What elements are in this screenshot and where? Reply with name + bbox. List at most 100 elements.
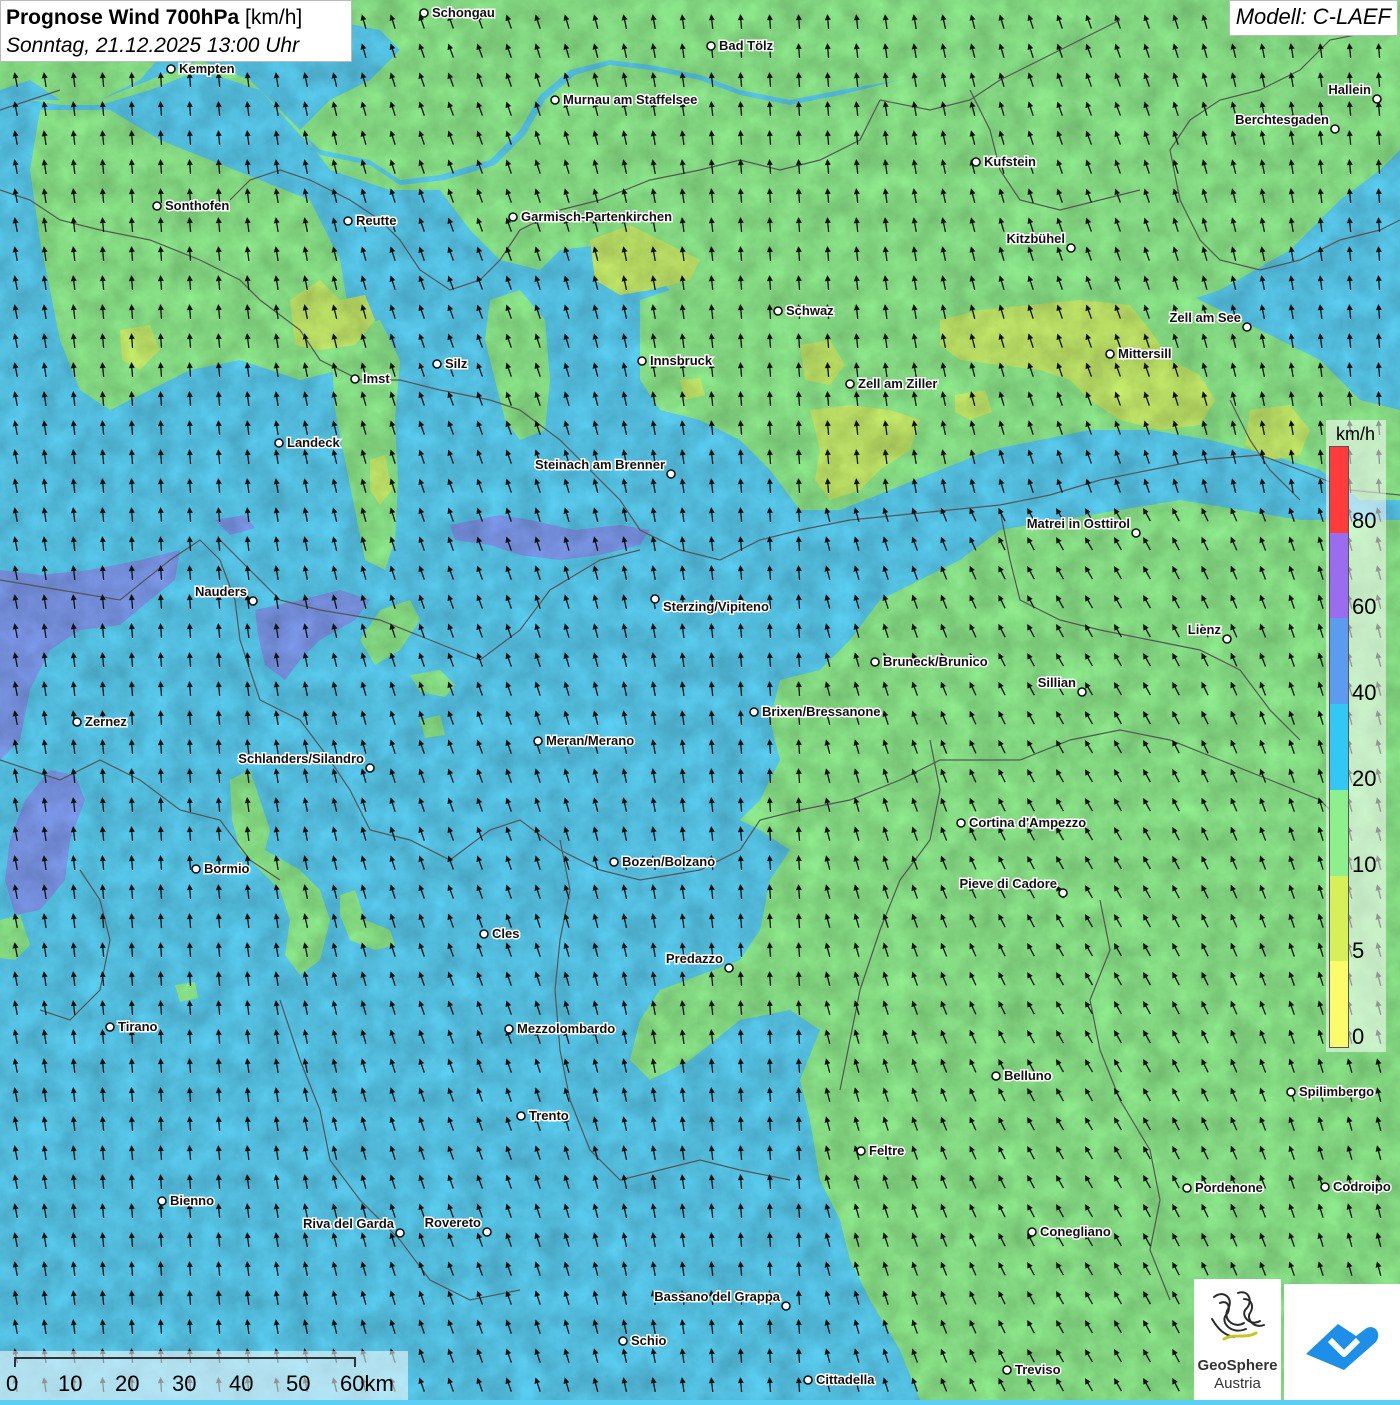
city-marker[interactable]: Bozen/Bolzano xyxy=(609,853,717,871)
city-dot[interactable] xyxy=(1066,243,1076,253)
scale-bar: 0 10 20 30 40 50 60km xyxy=(0,1351,408,1400)
city-marker[interactable]: Bruneck/Brunico xyxy=(870,653,989,671)
city-dot[interactable] xyxy=(152,201,162,211)
city-dot[interactable] xyxy=(637,356,647,366)
city-marker[interactable]: Sonthofen xyxy=(152,197,231,215)
city-dot[interactable] xyxy=(504,1024,514,1034)
city-name: Pieve di Cadore xyxy=(959,876,1057,891)
city-dot[interactable] xyxy=(105,1022,115,1032)
city-name: Nauders xyxy=(195,584,247,599)
city-dot[interactable] xyxy=(274,438,284,448)
city-marker[interactable]: Mezzolombardo xyxy=(504,1020,617,1038)
legend-label-60: 60 xyxy=(1352,594,1377,619)
city-dot[interactable] xyxy=(1182,1183,1192,1193)
city-name: Sillian xyxy=(1038,675,1076,690)
city-name: Schwaz xyxy=(786,303,834,318)
city-name: Zell am Ziller xyxy=(858,376,937,391)
city-name: Schlanders/Silandro xyxy=(238,751,364,766)
city-dot[interactable] xyxy=(971,157,981,167)
city-dot[interactable] xyxy=(609,857,619,867)
city-name: Cittadella xyxy=(816,1372,875,1387)
city-dot[interactable] xyxy=(248,596,258,606)
city-marker[interactable]: Meran/Merano xyxy=(533,732,636,750)
city-name: Treviso xyxy=(1015,1362,1061,1377)
city-dot[interactable] xyxy=(516,1111,526,1121)
city-dot[interactable] xyxy=(191,864,201,874)
city-name: Rovereto xyxy=(425,1215,481,1230)
city-dot[interactable] xyxy=(870,657,880,667)
city-dot[interactable] xyxy=(991,1071,1001,1081)
city-dot[interactable] xyxy=(1242,322,1252,332)
city-name: Bruneck/Brunico xyxy=(883,654,988,669)
title-panel: Prognose Wind 700hPa [km/h] Sonntag, 21.… xyxy=(0,0,352,62)
city-name: Belluno xyxy=(1004,1068,1052,1083)
city-name: Spilimbergo xyxy=(1299,1084,1374,1099)
city-name: Matrei in Osttirol xyxy=(1027,516,1130,531)
city-dot[interactable] xyxy=(666,469,676,479)
city-dot[interactable] xyxy=(395,1228,405,1238)
city-name: Cortina d'Ampezzo xyxy=(969,815,1086,830)
city-name: Schio xyxy=(631,1333,666,1348)
city-dot[interactable] xyxy=(1105,349,1115,359)
city-name: Kufstein xyxy=(984,154,1036,169)
city-dot[interactable] xyxy=(72,717,82,727)
city-dot[interactable] xyxy=(1372,94,1382,104)
city-dot[interactable] xyxy=(1027,1227,1037,1237)
city-marker[interactable]: Zell am Ziller xyxy=(845,375,939,393)
city-dot[interactable] xyxy=(1058,888,1068,898)
city-name: Mezzolombardo xyxy=(517,1021,615,1036)
city-marker[interactable]: Brixen/Bressanone xyxy=(749,703,882,721)
city-dot[interactable] xyxy=(1222,634,1232,644)
city-name: Zernez xyxy=(85,714,127,729)
city-dot[interactable] xyxy=(956,818,966,828)
city-marker[interactable]: Conegliano xyxy=(1027,1223,1112,1241)
city-marker[interactable]: Spilimbergo xyxy=(1286,1083,1376,1101)
geosphere-logo[interactable]: GeoSphere Austria xyxy=(1194,1279,1281,1400)
city-name: Innsbruck xyxy=(650,353,713,368)
scale-label-20: 20 xyxy=(115,1371,140,1396)
city-dot[interactable] xyxy=(432,359,442,369)
wind-map[interactable]: Schongau Bad Tölz Kempten Hallein Murnau am … xyxy=(0,0,1400,1400)
city-marker[interactable]: Innsbruck xyxy=(637,352,714,370)
city-marker[interactable]: Murnau am Staffelsee xyxy=(550,91,699,109)
city-dot[interactable] xyxy=(856,1146,866,1156)
city-dot[interactable] xyxy=(773,306,783,316)
city-dot[interactable] xyxy=(508,212,518,222)
city-marker[interactable]: Garmisch-Partenkirchen xyxy=(508,208,674,226)
city-dot[interactable] xyxy=(1320,1182,1330,1192)
city-dot[interactable] xyxy=(706,41,716,51)
city-dot[interactable] xyxy=(618,1336,628,1346)
city-name: Codroipo xyxy=(1333,1179,1391,1194)
city-dot[interactable] xyxy=(533,736,543,746)
city-marker[interactable]: Schongau xyxy=(419,4,496,22)
city-dot[interactable] xyxy=(845,379,855,389)
city-dot[interactable] xyxy=(1330,124,1340,134)
city-dot[interactable] xyxy=(550,95,560,105)
city-dot[interactable] xyxy=(781,1301,791,1311)
city-dot[interactable] xyxy=(1002,1365,1012,1375)
map-title: Prognose Wind 700hPa [km/h] xyxy=(6,4,346,32)
city-dot[interactable] xyxy=(1131,528,1141,538)
city-dot[interactable] xyxy=(365,763,375,773)
city-marker[interactable]: Cortina d'Ampezzo xyxy=(956,814,1088,832)
weather-app-logo[interactable] xyxy=(1284,1284,1400,1400)
city-dot[interactable] xyxy=(419,8,429,18)
city-name: Feltre xyxy=(869,1143,904,1158)
city-dot[interactable] xyxy=(749,707,759,717)
city-dot[interactable] xyxy=(350,374,360,384)
city-dot[interactable] xyxy=(482,1227,492,1237)
city-name: Bienno xyxy=(170,1193,214,1208)
city-dot[interactable] xyxy=(650,594,660,604)
legend-segment xyxy=(1330,875,1348,962)
city-dot[interactable] xyxy=(803,1375,813,1385)
city-dot[interactable] xyxy=(479,929,489,939)
legend-segment xyxy=(1330,961,1348,1047)
city-dot[interactable] xyxy=(1077,687,1087,697)
city-dot[interactable] xyxy=(1286,1087,1296,1097)
city-dot[interactable] xyxy=(343,216,353,226)
city-dot[interactable] xyxy=(724,963,734,973)
city-marker[interactable]: Pordenone xyxy=(1182,1179,1264,1197)
city-dot[interactable] xyxy=(157,1196,167,1206)
geosphere-sub: Austria xyxy=(1214,1375,1261,1392)
city-dot[interactable] xyxy=(166,64,176,74)
